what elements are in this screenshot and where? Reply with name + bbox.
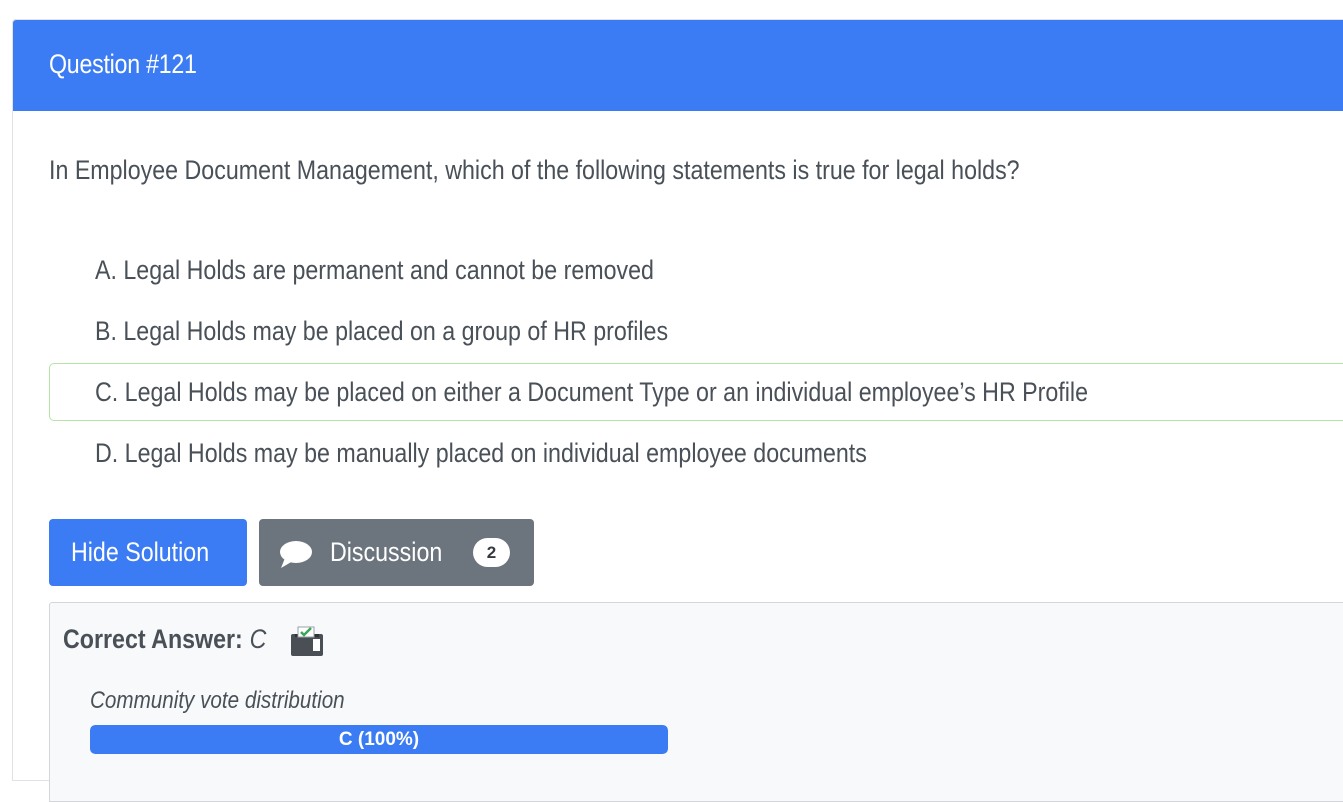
discussion-button[interactable]: Discussion 2 [259, 519, 534, 586]
vote-distribution-title: Community vote distribution [90, 687, 345, 714]
question-text: In Employee Document Management, which o… [49, 155, 1020, 185]
choice-b-label: B. Legal Holds may be placed on a group … [95, 316, 669, 346]
chat-bubble-icon [280, 541, 312, 568]
hide-solution-button[interactable]: Hide Solution [49, 519, 247, 586]
choice-c-label: C. Legal Holds may be placed on either a… [95, 377, 1088, 407]
choice-a-label: A. Legal Holds are permanent and cannot … [95, 255, 654, 285]
choice-d-label: D. Legal Holds may be manually placed on… [95, 438, 867, 468]
choice-b[interactable]: B. Legal Holds may be placed on a group … [49, 302, 1343, 360]
correct-answer-label: Correct Answer: [63, 624, 243, 654]
choice-d[interactable]: D. Legal Holds may be manually placed on… [49, 424, 1343, 482]
hide-solution-label: Hide Solution [71, 537, 210, 567]
vote-bar-label: C (100%) [338, 729, 420, 750]
vote-bar: C (100%) [90, 725, 668, 754]
discussion-label: Discussion [330, 537, 443, 567]
correct-answer-line: Correct Answer: C [63, 624, 266, 655]
choice-c[interactable]: C. Legal Holds may be placed on either a… [49, 363, 1343, 421]
question-card: Question #121 In Employee Document Manag… [12, 19, 1343, 802]
question-title: Question #121 [49, 49, 197, 79]
choice-a[interactable]: A. Legal Holds are permanent and cannot … [49, 241, 1343, 299]
correct-answer-value: C [249, 624, 267, 654]
question-header: Question #121 [13, 20, 1343, 111]
solution-panel: Correct Answer: C Community vote distribu… [49, 602, 1343, 802]
discussion-count-badge: 2 [473, 538, 510, 567]
vote-bar-fill-c: C (100%) [90, 725, 668, 754]
ballot-box-icon [291, 626, 323, 656]
